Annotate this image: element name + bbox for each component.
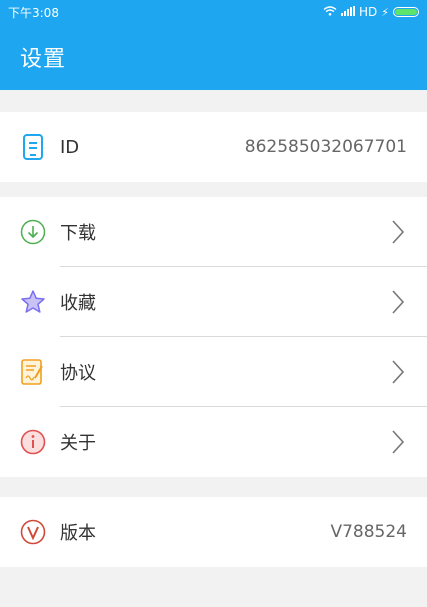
- version-value: V788524: [330, 522, 407, 542]
- id-label: ID: [60, 136, 80, 158]
- version-label: 版本: [60, 523, 96, 544]
- menu-item-label: 关于: [60, 433, 96, 454]
- app-bar: 设置: [0, 24, 427, 90]
- chevron-right-icon: [389, 359, 407, 385]
- menu-item-label: 收藏: [60, 293, 96, 314]
- chevron-right-icon: [389, 289, 407, 315]
- menu-item-favorites[interactable]: 收藏: [0, 267, 427, 337]
- version-icon: [20, 519, 46, 545]
- status-time: 下午3:08: [8, 5, 59, 20]
- menu-item-agreement[interactable]: 协议: [0, 337, 427, 407]
- chevron-right-icon: [389, 219, 407, 245]
- info-icon: [20, 429, 46, 455]
- status-bar: 下午3:08 HD ⚡: [0, 0, 427, 24]
- battery-icon: [393, 7, 419, 17]
- status-icons: HD ⚡: [323, 5, 419, 19]
- menu-item-download[interactable]: 下载: [0, 197, 427, 267]
- download-icon: [20, 219, 46, 245]
- id-card: ID 862585032067701: [0, 112, 427, 182]
- menu-card: 下载 收藏 协议 关于: [0, 197, 427, 477]
- device-icon: [20, 134, 46, 160]
- version-card: 版本 V788524: [0, 497, 427, 567]
- page-title: 设置: [20, 47, 67, 72]
- version-row: 版本 V788524: [0, 497, 427, 567]
- charging-icon: ⚡: [381, 5, 389, 19]
- wifi-icon: [323, 5, 337, 19]
- network-type: HD: [359, 5, 378, 19]
- menu-item-label: 协议: [60, 363, 96, 384]
- id-row: ID 862585032067701: [0, 112, 427, 182]
- agreement-icon: [20, 359, 46, 385]
- battery-fill: [395, 9, 417, 15]
- star-icon: [20, 289, 46, 315]
- chevron-right-icon: [389, 429, 407, 455]
- signal-icon: [341, 5, 355, 19]
- menu-item-about[interactable]: 关于: [0, 407, 427, 477]
- id-value: 862585032067701: [244, 137, 407, 157]
- menu-item-label: 下载: [60, 223, 96, 244]
